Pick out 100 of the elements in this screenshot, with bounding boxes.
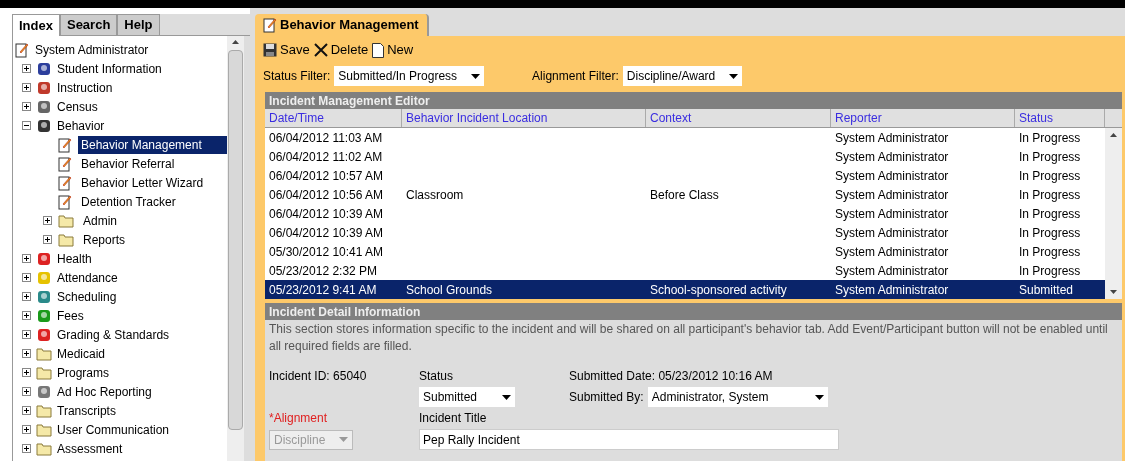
tree-item[interactable]: Assessment bbox=[57, 439, 123, 458]
column-header[interactable]: Date/Time bbox=[265, 109, 402, 127]
tree-item[interactable]: Behavior bbox=[57, 116, 105, 135]
table-cell-text: In Progress bbox=[1019, 224, 1081, 242]
table-cell-text: Before Class bbox=[650, 186, 719, 204]
toolbar-button[interactable]: New bbox=[372, 40, 414, 60]
module-icon bbox=[36, 307, 52, 324]
table-row[interactable]: 06/04/2012 10:57 AM System Administrator In Progress bbox=[265, 166, 1105, 185]
folder-icon bbox=[36, 365, 52, 380]
table-cell-text: In Progress bbox=[1019, 186, 1081, 204]
expand-toggle[interactable] bbox=[22, 425, 31, 434]
notepad-icon bbox=[58, 174, 72, 191]
table-row[interactable]: 06/04/2012 11:03 AM System Administrator In Progress bbox=[265, 128, 1105, 147]
submitted-date: Submitted Date: 05/23/2012 10:16 AM bbox=[569, 368, 774, 385]
tab[interactable]: Search bbox=[59, 14, 118, 36]
tree-item[interactable]: Instruction bbox=[57, 78, 113, 97]
expand-toggle[interactable] bbox=[43, 235, 52, 244]
expand-toggle[interactable] bbox=[22, 444, 31, 453]
tree-item[interactable]: Behavior Management bbox=[78, 135, 227, 154]
expand-toggle[interactable] bbox=[22, 64, 31, 73]
table-cell-text: 06/04/2012 10:56 AM bbox=[269, 186, 384, 204]
expand-toggle[interactable] bbox=[22, 406, 31, 415]
section-header: Incident Detail Information bbox=[265, 303, 1122, 320]
expand-toggle[interactable] bbox=[22, 273, 31, 282]
tree-item[interactable]: User Communication bbox=[57, 420, 170, 439]
folder-icon bbox=[36, 403, 52, 418]
tree-item[interactable]: Scheduling bbox=[57, 287, 117, 306]
tree-item[interactable]: Fees bbox=[57, 306, 84, 325]
expand-toggle[interactable] bbox=[22, 311, 31, 320]
table-cell-text: 05/23/2012 9:41 AM bbox=[269, 281, 377, 299]
table-row[interactable]: 05/23/2012 2:32 PM System Administrator In Progress bbox=[265, 261, 1105, 280]
column-header[interactable]: Status bbox=[1015, 109, 1105, 127]
collapse-toggle[interactable] bbox=[22, 121, 31, 130]
column-header[interactable]: Reporter bbox=[831, 109, 1015, 127]
tree-item[interactable]: Behavior Letter Wizard bbox=[78, 173, 207, 192]
filter-dropdown[interactable]: Submitted/In Progress bbox=[334, 66, 485, 86]
table-row[interactable]: 05/30/2012 10:41 AM System Administrator In Progress bbox=[265, 242, 1105, 261]
table-cell-text: 06/04/2012 11:02 AM bbox=[269, 148, 383, 166]
tree-item[interactable]: Reports bbox=[80, 230, 129, 249]
expand-toggle[interactable] bbox=[22, 254, 31, 263]
field-label: Submitted By: bbox=[569, 389, 644, 406]
expand-toggle[interactable] bbox=[22, 292, 31, 301]
expand-toggle[interactable] bbox=[22, 387, 31, 396]
scrollbar[interactable] bbox=[1105, 128, 1122, 299]
page-tab[interactable]: Behavior Management bbox=[255, 14, 429, 36]
toolbar-button[interactable]: Delete bbox=[313, 40, 369, 60]
expand-toggle[interactable] bbox=[22, 349, 31, 358]
caret-icon bbox=[471, 73, 481, 79]
tree-item[interactable]: Grading & Standards bbox=[57, 325, 170, 344]
folder-icon bbox=[36, 441, 52, 456]
tree-item[interactable]: Transcripts bbox=[57, 401, 116, 420]
tree-item[interactable]: Admin bbox=[80, 211, 120, 230]
expand-toggle[interactable] bbox=[22, 368, 31, 377]
section-description: This section stores information specific to the incident and will be shared on all participant's behavior tab. Add Event/Participant button will not be enabled until all required fields are filled. bbox=[268, 321, 1109, 355]
table-cell-text: 05/23/2012 2:32 PM bbox=[269, 262, 378, 280]
folder-icon bbox=[58, 213, 74, 228]
expand-toggle[interactable] bbox=[22, 102, 31, 111]
table-cell-text: In Progress bbox=[1019, 205, 1081, 223]
table-cell-text: System Administrator bbox=[835, 205, 949, 223]
table-row[interactable]: 06/04/2012 10:56 AM Classroom Before Class System Administrator In Progress bbox=[265, 185, 1105, 204]
tree-item[interactable]: Behavior Referral bbox=[78, 154, 178, 173]
column-header[interactable]: Behavior Incident Location bbox=[402, 109, 646, 127]
table-row[interactable]: 06/04/2012 10:39 AM System Administrator In Progress bbox=[265, 223, 1105, 242]
expand-toggle[interactable] bbox=[43, 216, 52, 225]
tree-item[interactable]: Student Information bbox=[57, 59, 162, 78]
tree-item[interactable]: Attendance bbox=[57, 268, 118, 287]
tree-root[interactable]: System Administrator bbox=[35, 40, 149, 59]
submitted-by-dropdown[interactable]: Administrator, System bbox=[647, 387, 828, 407]
column-header[interactable]: Context bbox=[646, 109, 831, 127]
table-row[interactable]: 05/23/2012 9:41 AM School Grounds School-sponsored activity System Administrator Submitted bbox=[265, 280, 1105, 299]
table-row[interactable]: 06/04/2012 10:39 AM System Administrator In Progress bbox=[265, 204, 1105, 223]
filter-dropdown[interactable]: Discipline/Award bbox=[622, 66, 743, 86]
scroll-down-icon bbox=[1110, 290, 1117, 294]
tab[interactable]: Help bbox=[117, 14, 160, 36]
incident-title-field[interactable]: Pep Rally Incident bbox=[419, 429, 839, 450]
caret-icon bbox=[729, 73, 739, 79]
table-cell-text: System Administrator bbox=[835, 167, 949, 185]
incident-id: Incident ID: 65040 bbox=[269, 368, 368, 385]
table-cell-text: System Administrator bbox=[835, 262, 949, 280]
tree-item[interactable]: Medicaid bbox=[57, 344, 106, 363]
table-cell-text: School-sponsored activity bbox=[650, 281, 787, 299]
table-row[interactable]: 06/04/2012 11:02 AM System Administrator In Progress bbox=[265, 147, 1105, 166]
table-cell-text: Classroom bbox=[406, 186, 464, 204]
section-header: Incident Management Editor bbox=[265, 92, 1122, 109]
table-cell-text: System Administrator bbox=[835, 224, 949, 242]
tree-item[interactable]: Health bbox=[57, 249, 92, 268]
module-icon bbox=[36, 117, 52, 134]
scrollbar[interactable] bbox=[227, 36, 244, 461]
expand-toggle[interactable] bbox=[22, 83, 31, 92]
status-dropdown[interactable]: Submitted bbox=[419, 387, 515, 407]
tree-item[interactable]: Ad Hoc Reporting bbox=[57, 382, 152, 401]
expand-toggle[interactable] bbox=[22, 330, 31, 339]
tree-item[interactable]: Programs bbox=[57, 363, 109, 382]
page-icon bbox=[372, 42, 385, 58]
table-cell-text: Submitted bbox=[1019, 281, 1074, 299]
tree-item[interactable]: Census bbox=[57, 97, 98, 116]
toolbar-button[interactable]: Save bbox=[263, 40, 310, 60]
tree-item[interactable]: Detention Tracker bbox=[78, 192, 179, 211]
tab[interactable]: Index bbox=[12, 14, 60, 36]
notepad-icon bbox=[58, 136, 72, 153]
